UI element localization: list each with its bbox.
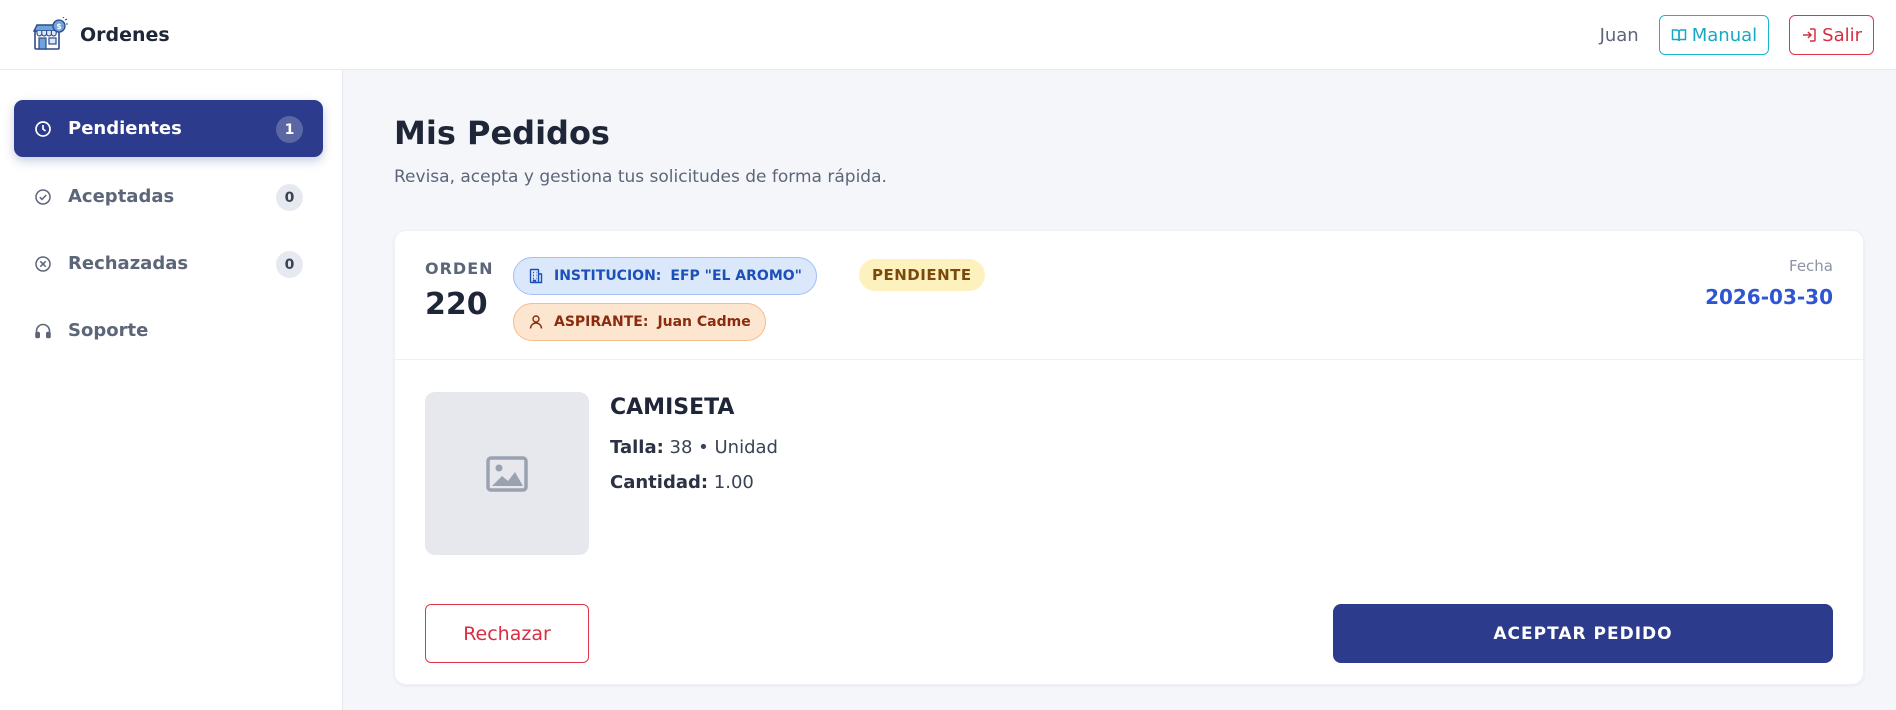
sidebar: Pendientes 1 Aceptadas 0 Rechazadas 0 So… (0, 70, 343, 710)
size-value: 38 • Unidad (669, 437, 778, 458)
product-image-placeholder (425, 392, 589, 555)
count-badge: 1 (276, 116, 303, 143)
building-icon (529, 268, 543, 284)
sidebar-item-aceptadas[interactable]: Aceptadas 0 (14, 168, 323, 225)
aspirant-key: ASPIRANTE: (554, 314, 649, 330)
sidebar-item-label: Soporte (68, 320, 149, 341)
order-label: ORDEN (425, 259, 494, 278)
user-icon (529, 315, 543, 329)
reject-button[interactable]: Rechazar (425, 604, 589, 663)
order-card-header: ORDEN 220 INSTITUCION: EFP "EL AROMO" AS… (395, 231, 1863, 360)
aspirant-chip: ASPIRANTE: Juan Cadme (513, 303, 766, 341)
check-circle-icon (34, 188, 52, 206)
username: Juan (1599, 24, 1639, 46)
count-badge: 0 (276, 251, 303, 278)
count-badge: 0 (276, 184, 303, 211)
product-quantity: Cantidad: 1.00 (610, 472, 754, 493)
brand[interactable]: $ Ordenes (32, 16, 170, 53)
x-circle-icon (34, 255, 52, 273)
headphones-icon (34, 322, 52, 340)
status-badge: PENDIENTE (859, 259, 985, 291)
quantity-value: 1.00 (713, 472, 754, 493)
sidebar-item-label: Aceptadas (68, 186, 175, 207)
institution-key: INSTITUCION: (554, 268, 662, 284)
app-name: Ordenes (80, 23, 170, 46)
product-name: CAMISETA (610, 395, 735, 420)
page-subtitle: Revisa, acepta y gestiona tus solicitude… (394, 167, 887, 187)
size-label: Talla: (610, 437, 664, 458)
accept-order-button[interactable]: ACEPTAR PEDIDO (1333, 604, 1833, 663)
sidebar-item-pendientes[interactable]: Pendientes 1 (14, 100, 323, 157)
logout-button[interactable]: Salir (1789, 15, 1874, 55)
date-value: 2026-03-30 (1705, 285, 1833, 309)
institution-chip: INSTITUCION: EFP "EL AROMO" (513, 257, 817, 295)
institution-value: EFP "EL AROMO" (670, 268, 802, 284)
store-icon: $ (32, 16, 68, 50)
date-label: Fecha (1789, 257, 1833, 275)
svg-text:$: $ (56, 22, 62, 31)
order-number: 220 (425, 287, 488, 322)
image-icon (486, 455, 528, 492)
topbar-actions: Juan Manual Salir (1600, 15, 1874, 55)
book-icon (1671, 29, 1686, 42)
page-title: Mis Pedidos (394, 114, 610, 152)
manual-button[interactable]: Manual (1658, 15, 1770, 55)
logout-icon (1803, 28, 1816, 42)
top-bar: $ Ordenes Juan Manual Salir (0, 0, 1896, 70)
sidebar-item-soporte[interactable]: Soporte (14, 302, 323, 359)
aspirant-value: Juan Cadme (657, 314, 751, 330)
manual-label: Manual (1691, 24, 1758, 46)
logout-label: Salir (1822, 24, 1862, 46)
quantity-label: Cantidad: (610, 472, 709, 493)
product-size: Talla: 38 • Unidad (610, 437, 778, 458)
sidebar-item-label: Rechazadas (68, 253, 189, 274)
clock-icon (34, 120, 52, 138)
order-card: ORDEN 220 INSTITUCION: EFP "EL AROMO" AS… (394, 230, 1864, 685)
sidebar-item-rechazadas[interactable]: Rechazadas 0 (14, 235, 323, 292)
sidebar-item-label: Pendientes (68, 118, 182, 139)
